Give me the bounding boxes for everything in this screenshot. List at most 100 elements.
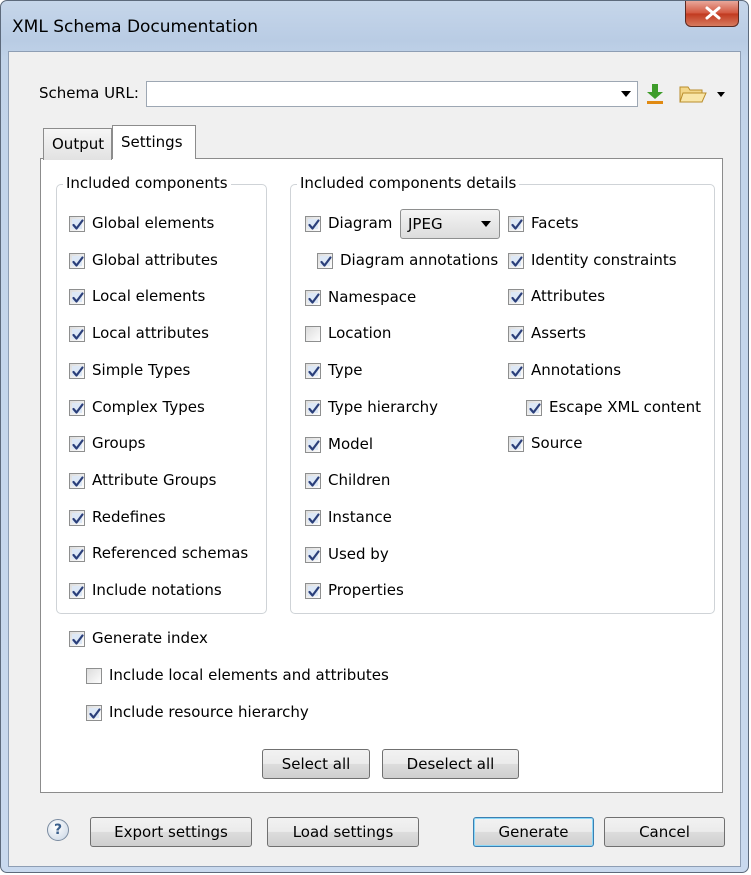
type-checkbox[interactable] xyxy=(305,363,321,380)
tab-settings[interactable]: Settings xyxy=(112,125,196,159)
check-mark-icon xyxy=(320,256,332,267)
simple-types-label: Simple Types xyxy=(92,360,191,379)
generate-index-label: Generate index xyxy=(92,629,208,647)
schema-url-label: Schema URL: xyxy=(39,84,139,102)
check-mark-icon xyxy=(511,329,523,340)
include-notations-checkbox[interactable] xyxy=(69,583,85,599)
open-folder-icon[interactable] xyxy=(678,83,708,109)
check-mark-icon xyxy=(511,366,523,377)
deselect-all-label: Deselect all xyxy=(406,755,495,773)
check-mark-icon xyxy=(529,402,541,414)
asserts-label: Asserts xyxy=(531,324,586,343)
export-settings-button[interactable]: Export settings xyxy=(90,817,252,847)
children-label: Children xyxy=(328,471,391,490)
groups-label: Groups xyxy=(92,434,146,453)
instance-checkbox[interactable] xyxy=(305,509,321,526)
load-settings-label: Load settings xyxy=(292,823,394,841)
check-mark-icon xyxy=(72,329,84,340)
complex-types-label: Complex Types xyxy=(92,397,205,416)
groups-checkbox[interactable] xyxy=(69,436,85,453)
close-button[interactable] xyxy=(685,1,739,27)
annotations-checkbox[interactable] xyxy=(508,362,524,379)
source-checkbox[interactable] xyxy=(508,436,524,453)
complex-types-checkbox[interactable] xyxy=(69,399,85,416)
properties-checkbox[interactable] xyxy=(305,583,321,600)
check-mark-icon xyxy=(511,439,523,450)
folder-dropdown-arrow-icon[interactable] xyxy=(717,92,725,97)
download-arrow-icon[interactable] xyxy=(644,82,666,110)
annotations-label: Annotations xyxy=(531,360,622,379)
namespace-checkbox[interactable] xyxy=(305,289,321,306)
chevron-down-icon[interactable] xyxy=(621,91,631,97)
type-hierarchy-label: Type hierarchy xyxy=(328,397,438,416)
used-by-checkbox[interactable] xyxy=(305,546,321,563)
model-checkbox[interactable] xyxy=(305,436,321,453)
diagram-format-select[interactable]: JPEG xyxy=(400,209,500,239)
check-mark-icon xyxy=(308,586,320,597)
window-title: XML Schema Documentation xyxy=(12,17,258,37)
used-by-label: Used by xyxy=(328,544,389,563)
schema-url-input[interactable] xyxy=(146,81,638,107)
check-mark-icon xyxy=(511,219,523,230)
diagram-annotations-checkbox[interactable] xyxy=(317,253,333,269)
referenced-schemas-checkbox[interactable] xyxy=(69,546,85,563)
global-elements-label: Global elements xyxy=(92,214,215,232)
simple-types-checkbox[interactable] xyxy=(69,362,85,379)
asserts-checkbox[interactable] xyxy=(508,326,524,343)
chevron-down-icon xyxy=(481,221,491,227)
generate-button[interactable]: Generate xyxy=(473,817,594,847)
check-mark-icon xyxy=(72,219,84,230)
referenced-schemas-label: Referenced schemas xyxy=(92,544,249,563)
check-mark-icon xyxy=(72,586,84,597)
check-mark-icon xyxy=(308,219,320,230)
redefines-checkbox[interactable] xyxy=(69,509,85,526)
instance-label: Instance xyxy=(328,507,392,526)
properties-label: Properties xyxy=(328,581,404,600)
check-mark-icon xyxy=(72,366,84,377)
check-mark-icon xyxy=(72,292,84,303)
check-mark-icon xyxy=(308,293,320,304)
attribute-groups-checkbox[interactable] xyxy=(69,472,85,489)
diagram-format-value: JPEG xyxy=(408,215,443,233)
global-attributes-checkbox[interactable] xyxy=(69,252,85,269)
facets-checkbox[interactable] xyxy=(508,216,524,232)
check-mark-icon xyxy=(511,292,523,303)
select-all-button[interactable]: Select all xyxy=(262,749,370,779)
diagram-checkbox[interactable] xyxy=(305,216,321,232)
tab-output[interactable]: Output xyxy=(43,128,112,160)
identity-constraints-checkbox[interactable] xyxy=(508,252,524,269)
tab-settings-label: Settings xyxy=(121,133,183,151)
escape-xml-content-checkbox[interactable] xyxy=(526,399,542,416)
export-settings-label: Export settings xyxy=(114,823,228,841)
deselect-all-button[interactable]: Deselect all xyxy=(382,749,519,779)
local-attributes-checkbox[interactable] xyxy=(69,326,85,343)
check-mark-icon xyxy=(72,476,84,487)
attributes-checkbox[interactable] xyxy=(508,289,524,306)
included-components-title: Included components xyxy=(63,174,231,192)
check-mark-icon xyxy=(72,439,84,450)
include-local-elements-label: Include local elements and attributes xyxy=(109,666,389,684)
local-attributes-label: Local attributes xyxy=(92,324,209,343)
attributes-label: Attributes xyxy=(531,287,606,306)
generate-label: Generate xyxy=(498,823,569,841)
include-resource-hierarchy-checkbox[interactable] xyxy=(86,705,102,721)
select-all-label: Select all xyxy=(281,755,351,773)
children-checkbox[interactable] xyxy=(305,473,321,490)
facets-label: Facets xyxy=(531,214,579,232)
help-icon[interactable]: ? xyxy=(47,819,69,841)
check-mark-icon xyxy=(72,256,84,267)
load-settings-button[interactable]: Load settings xyxy=(267,817,419,847)
check-mark-icon xyxy=(72,549,84,560)
check-mark-icon xyxy=(308,439,320,451)
local-elements-label: Local elements xyxy=(92,287,206,306)
location-checkbox[interactable] xyxy=(305,326,321,343)
generate-index-checkbox[interactable] xyxy=(69,631,85,647)
local-elements-checkbox[interactable] xyxy=(69,289,85,306)
check-mark-icon xyxy=(72,512,84,524)
type-hierarchy-checkbox[interactable] xyxy=(305,399,321,416)
cancel-button[interactable]: Cancel xyxy=(604,817,725,847)
check-mark-icon xyxy=(72,402,84,414)
dialog-window: XML Schema Documentation Schema URL: Out… xyxy=(0,0,749,873)
global-elements-checkbox[interactable] xyxy=(69,216,85,232)
include-local-elements-checkbox[interactable] xyxy=(86,668,102,684)
